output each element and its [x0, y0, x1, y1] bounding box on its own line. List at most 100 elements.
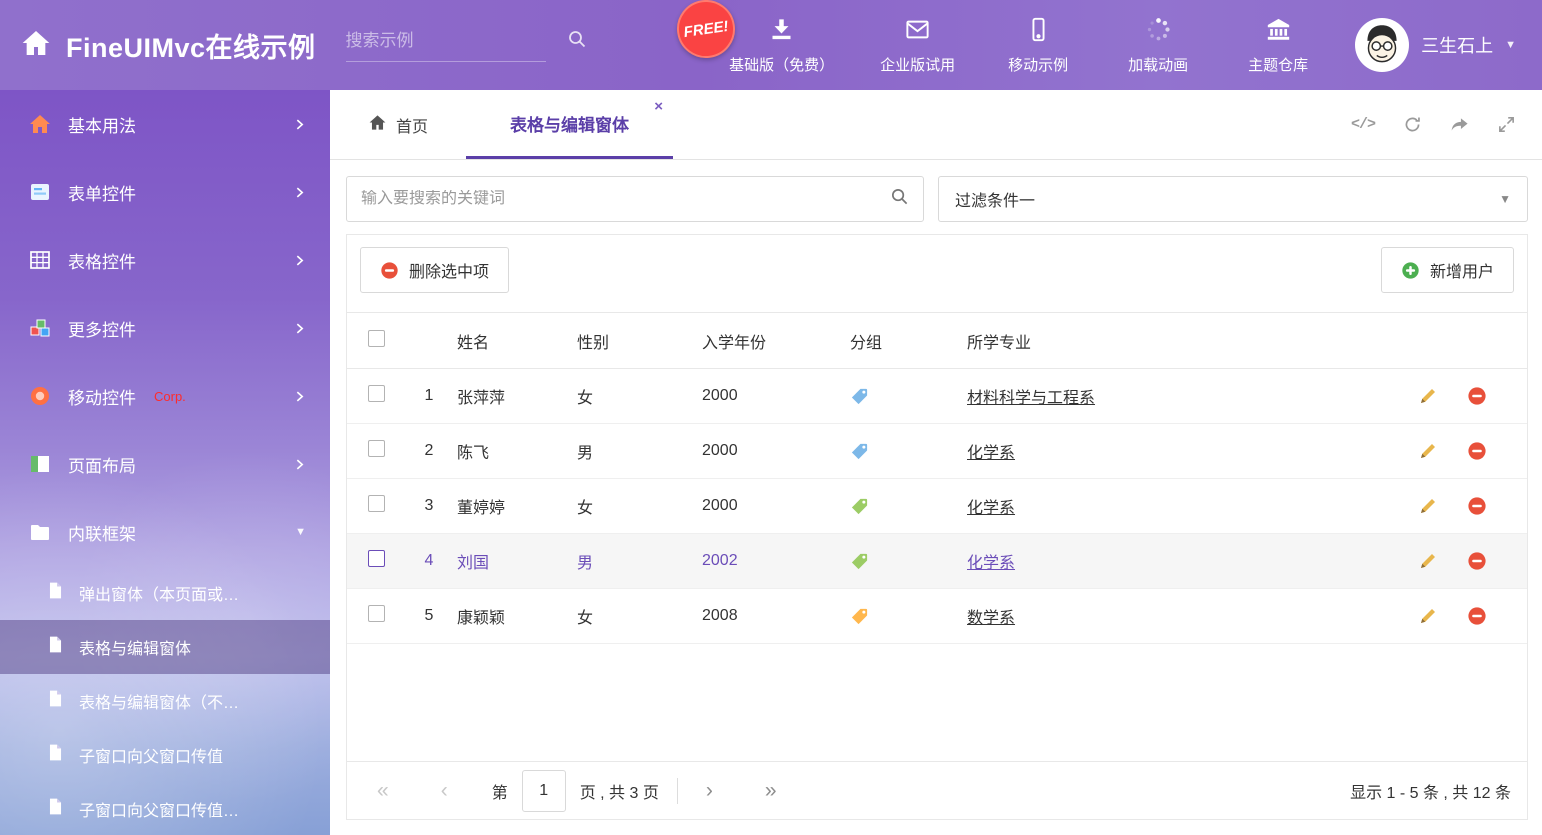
cubes-icon — [28, 316, 52, 340]
cell-year: 2000 — [702, 424, 850, 479]
file-icon — [46, 635, 65, 659]
refresh-icon[interactable] — [1403, 115, 1422, 134]
record-summary: 显示 1 - 5 条 , 共 12 条 — [1350, 779, 1511, 803]
source-code-icon[interactable]: </> — [1351, 116, 1375, 133]
major-link[interactable]: 数学系 — [967, 610, 1015, 627]
top-bar: FineUIMvc在线示例 FREE! 基础版（免费） 企业版试用 — [0, 0, 1542, 90]
page-prefix: 第 — [492, 779, 508, 803]
delete-icon[interactable] — [1467, 496, 1487, 516]
nav-theme-repo[interactable]: 主题仓库 — [1241, 16, 1315, 75]
nav-basic-free[interactable]: FREE! 基础版（免费） — [729, 16, 834, 75]
cell-gender: 男 — [577, 424, 702, 479]
delete-icon[interactable] — [1467, 441, 1487, 461]
sidebar-subitem-child-to-parent-2[interactable]: 子窗口向父窗口传值… — [0, 782, 330, 835]
home-icon — [28, 112, 52, 136]
home-icon — [20, 27, 52, 64]
major-link[interactable]: 化学系 — [967, 500, 1015, 517]
avatar[interactable] — [1355, 18, 1409, 72]
delete-icon[interactable] — [1467, 386, 1487, 406]
sidebar-subitem-label: 表格与编辑窗体（不… — [79, 689, 239, 713]
first-page-icon[interactable]: « — [377, 780, 389, 801]
major-link[interactable]: 化学系 — [967, 555, 1015, 572]
tab-tools: </> — [1351, 90, 1542, 159]
tab-home[interactable]: 首页 — [346, 90, 450, 159]
sidebar-item-iframe[interactable]: 内联框架 ▼ — [0, 498, 330, 566]
sidebar-subitem-child-to-parent[interactable]: 子窗口向父窗口传值 — [0, 728, 330, 782]
delete-selected-button[interactable]: 删除选中项 — [360, 247, 509, 293]
row-checkbox[interactable] — [368, 440, 385, 457]
header-search-input[interactable] — [346, 31, 567, 51]
row-checkbox[interactable] — [368, 550, 385, 567]
file-icon — [46, 581, 65, 605]
sidebar-subitem-label: 子窗口向父窗口传值… — [79, 797, 239, 821]
prev-page-icon[interactable]: ‹ — [441, 780, 448, 801]
tag-icon — [850, 607, 869, 624]
spinner-icon — [1145, 16, 1172, 47]
last-page-icon[interactable]: » — [765, 780, 777, 801]
fullscreen-icon[interactable] — [1497, 115, 1516, 134]
edit-icon[interactable] — [1418, 551, 1438, 571]
sidebar-item-label: 页面布局 — [68, 452, 136, 477]
sidebar-item-label: 表格控件 — [68, 248, 136, 273]
layout-icon — [28, 452, 52, 476]
sidebar-item-form-controls[interactable]: 表单控件 — [0, 158, 330, 226]
table-row[interactable]: 1 张萍萍 女 2000 材料科学与工程系 — [347, 369, 1527, 424]
tab-grid-edit-window[interactable]: 表格与编辑窗体 × — [466, 90, 673, 159]
row-number: 3 — [401, 479, 457, 534]
cell-group — [850, 589, 967, 644]
sidebar-item-basic-usage[interactable]: 基本用法 — [0, 90, 330, 158]
delete-icon[interactable] — [1467, 551, 1487, 571]
corp-badge: Corp. — [154, 389, 186, 404]
filter-dropdown[interactable]: 过滤条件一 ▼ — [938, 176, 1528, 222]
cell-actions — [1397, 424, 1527, 479]
row-checkbox[interactable] — [368, 385, 385, 402]
next-page-icon[interactable]: › — [706, 780, 713, 801]
sidebar-item-more-controls[interactable]: 更多控件 — [0, 294, 330, 362]
cell-name: 康颖颖 — [457, 589, 577, 644]
edit-icon[interactable] — [1418, 606, 1438, 626]
sidebar-subitem-grid-edit-window-2[interactable]: 表格与编辑窗体（不… — [0, 674, 330, 728]
mail-icon — [904, 16, 931, 47]
brand[interactable]: FineUIMvc在线示例 — [20, 26, 316, 65]
sidebar-item-mobile-controls[interactable]: 移动控件 Corp. — [0, 362, 330, 430]
open-new-window-icon[interactable] — [1450, 115, 1469, 134]
close-icon[interactable]: × — [654, 99, 663, 114]
table-row[interactable]: 2 陈飞 男 2000 化学系 — [347, 424, 1527, 479]
page-number-input[interactable] — [522, 770, 566, 812]
sidebar-item-grid-controls[interactable]: 表格控件 — [0, 226, 330, 294]
table-row[interactable]: 4 刘国 男 2002 化学系 — [347, 534, 1527, 589]
table-row[interactable]: 3 董婷婷 女 2000 化学系 — [347, 479, 1527, 534]
edit-icon[interactable] — [1418, 496, 1438, 516]
cell-group — [850, 369, 967, 424]
row-checkbox[interactable] — [368, 495, 385, 512]
col-major: 所学专业 — [967, 313, 1397, 369]
user-name: 三生石上 — [1421, 32, 1493, 58]
sidebar-item-page-layout[interactable]: 页面布局 — [0, 430, 330, 498]
row-checkbox[interactable] — [368, 605, 385, 622]
nav-loading-animation[interactable]: 加载动画 — [1121, 16, 1195, 75]
table-row[interactable]: 5 康颖颖 女 2008 数学系 — [347, 589, 1527, 644]
delete-icon[interactable] — [1467, 606, 1487, 626]
row-number: 5 — [401, 589, 457, 644]
select-all-checkbox[interactable] — [368, 330, 385, 347]
add-user-button[interactable]: 新增用户 — [1381, 247, 1514, 293]
sidebar-subitem-popup-window[interactable]: 弹出窗体（本页面或… — [0, 566, 330, 620]
sidebar-subitem-grid-edit-window[interactable]: 表格与编辑窗体 — [0, 620, 330, 674]
major-link[interactable]: 材料科学与工程系 — [967, 390, 1095, 407]
edit-icon[interactable] — [1418, 441, 1438, 461]
table-search-input[interactable] — [361, 190, 890, 208]
table-search-box[interactable] — [346, 176, 924, 222]
major-link[interactable]: 化学系 — [967, 445, 1015, 462]
home-icon — [368, 113, 387, 137]
nav-enterprise-trial[interactable]: 企业版试用 — [880, 16, 955, 75]
edit-icon[interactable] — [1418, 386, 1438, 406]
user-menu[interactable]: 三生石上 ▼ — [1355, 18, 1516, 72]
chevron-right-icon — [293, 390, 306, 403]
search-icon[interactable] — [890, 187, 909, 211]
search-icon[interactable] — [567, 29, 587, 54]
col-name: 姓名 — [457, 313, 577, 369]
nav-mobile-demo[interactable]: 移动示例 — [1001, 16, 1075, 75]
nav-label: 基础版（免费） — [729, 54, 834, 75]
row-number: 1 — [401, 369, 457, 424]
header-search[interactable] — [346, 29, 546, 62]
